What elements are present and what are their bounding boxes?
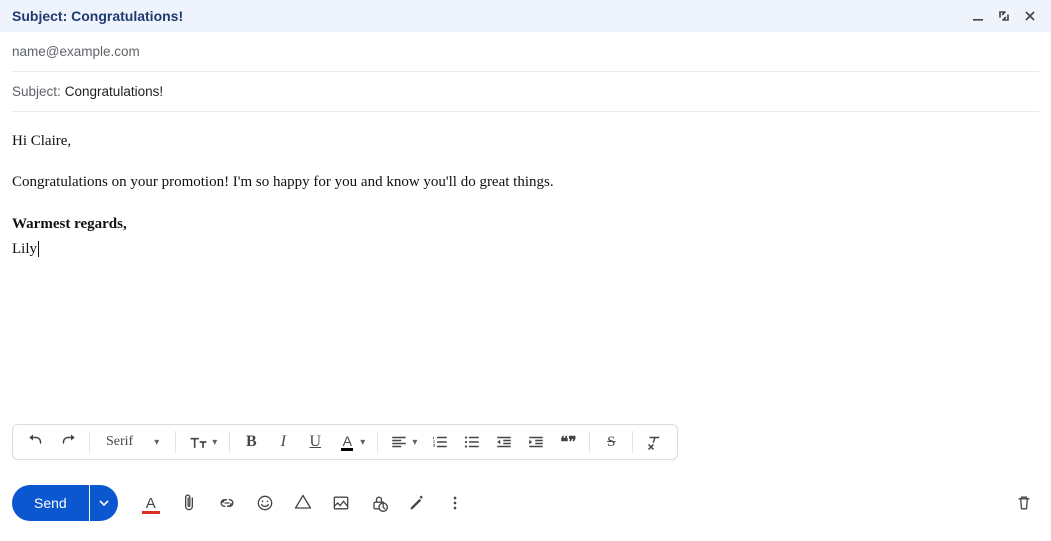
subject-value: Congratulations! bbox=[65, 84, 163, 99]
discard-draft-button[interactable] bbox=[1009, 488, 1039, 518]
chevron-down-icon: ▾ bbox=[212, 437, 217, 448]
attach-file-button[interactable] bbox=[174, 488, 204, 518]
chevron-down-icon: ▾ bbox=[154, 437, 159, 448]
restore-icon[interactable] bbox=[995, 7, 1013, 25]
send-button[interactable]: Send bbox=[12, 485, 89, 521]
indent-less-button[interactable] bbox=[489, 427, 519, 457]
font-size-select[interactable]: ▾ bbox=[182, 427, 223, 457]
indent-more-button[interactable] bbox=[521, 427, 551, 457]
insert-emoji-button[interactable] bbox=[250, 488, 280, 518]
format-toolbar-wrap: Serif ▾ ▾ B I U A ▾ ▾ bbox=[12, 424, 1039, 460]
bold-button[interactable]: B bbox=[236, 427, 266, 457]
separator bbox=[377, 431, 378, 453]
format-toolbar: Serif ▾ ▾ B I U A ▾ ▾ bbox=[12, 424, 678, 460]
window-controls bbox=[969, 7, 1039, 25]
to-value: name@example.com bbox=[12, 44, 140, 59]
body-paragraph: Congratulations on your promotion! I'm s… bbox=[12, 171, 1039, 194]
quote-button[interactable]: ❝❞ bbox=[553, 427, 583, 457]
insert-link-button[interactable] bbox=[212, 488, 242, 518]
compose-body[interactable]: Hi Claire, Congratulations on your promo… bbox=[0, 112, 1051, 261]
strikethrough-button[interactable]: S bbox=[596, 427, 626, 457]
insert-drive-button[interactable] bbox=[288, 488, 318, 518]
separator bbox=[589, 431, 590, 453]
minimize-icon[interactable] bbox=[969, 7, 987, 25]
bulleted-list-button[interactable] bbox=[457, 427, 487, 457]
action-bar: Send A bbox=[12, 483, 1039, 523]
send-more-button[interactable] bbox=[90, 485, 118, 521]
numbered-list-button[interactable] bbox=[425, 427, 455, 457]
remove-formatting-button[interactable] bbox=[639, 427, 669, 457]
close-icon[interactable] bbox=[1021, 7, 1039, 25]
subject-field[interactable]: Subject: Congratulations! bbox=[12, 72, 1039, 112]
text-color-button[interactable]: A ▾ bbox=[332, 427, 371, 457]
separator bbox=[89, 431, 90, 453]
align-button[interactable]: ▾ bbox=[384, 427, 423, 457]
separator bbox=[175, 431, 176, 453]
to-field[interactable]: name@example.com bbox=[12, 32, 1039, 72]
more-options-button[interactable] bbox=[440, 488, 470, 518]
confidential-mode-button[interactable] bbox=[364, 488, 394, 518]
body-signoff: Warmest regards, bbox=[12, 213, 1039, 236]
separator bbox=[229, 431, 230, 453]
header-fields: name@example.com Subject: Congratulation… bbox=[0, 32, 1051, 112]
font-name-label: Serif bbox=[106, 434, 133, 450]
send-button-group: Send bbox=[12, 485, 118, 521]
separator bbox=[632, 431, 633, 453]
insert-photo-button[interactable] bbox=[326, 488, 356, 518]
italic-button[interactable]: I bbox=[268, 427, 298, 457]
formatting-options-button[interactable]: A bbox=[136, 488, 166, 518]
insert-signature-button[interactable] bbox=[402, 488, 432, 518]
title-subject-text: Congratulations! bbox=[71, 8, 183, 24]
body-signature: Lily bbox=[12, 241, 39, 257]
underline-button[interactable]: U bbox=[300, 427, 330, 457]
compose-titlebar: Subject: Congratulations! bbox=[0, 0, 1051, 32]
font-family-select[interactable]: Serif ▾ bbox=[96, 427, 169, 457]
body-greeting: Hi Claire, bbox=[12, 130, 1039, 153]
title-subject-prefix: Subject: bbox=[12, 8, 67, 24]
undo-button[interactable] bbox=[21, 427, 51, 457]
subject-prefix: Subject: bbox=[12, 84, 61, 99]
redo-button[interactable] bbox=[53, 427, 83, 457]
chevron-down-icon: ▾ bbox=[412, 437, 417, 448]
compose-action-icons: A bbox=[136, 488, 470, 518]
chevron-down-icon: ▾ bbox=[360, 437, 365, 448]
